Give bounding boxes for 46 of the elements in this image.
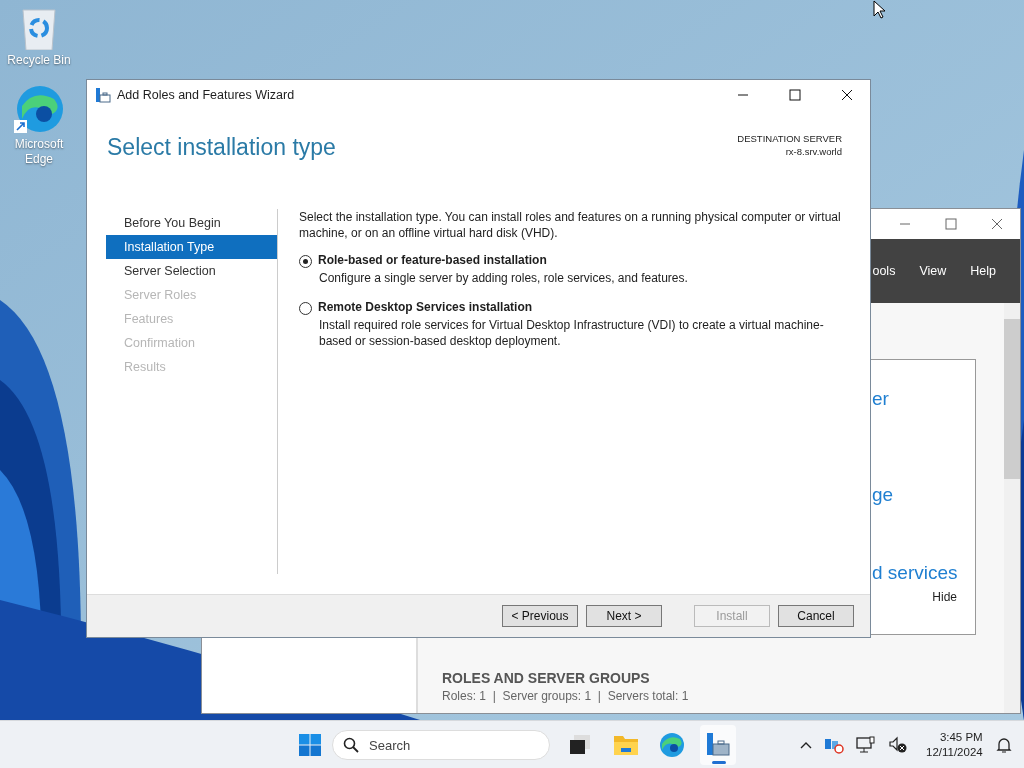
- server-toolbox-icon[interactable]: [705, 732, 731, 758]
- clock-time[interactable]: 3:45 PM: [939, 730, 983, 745]
- monitor-icon[interactable]: [856, 736, 876, 754]
- menu-item[interactable]: ools: [872, 264, 896, 278]
- window-title: Add Roles and Features Wizard: [117, 88, 295, 102]
- option-label[interactable]: Remote Desktop Services installation: [318, 300, 850, 314]
- option-description: Configure a single server by adding roles, role services, and features.: [319, 270, 688, 286]
- section-title: ROLES AND SERVER GROUPS: [442, 670, 651, 686]
- section-summary: Roles: 1 | Server groups: 1 | Servers total: 1: [442, 689, 690, 703]
- page-heading: Select installation type: [107, 134, 336, 162]
- panel-link[interactable]: er: [872, 388, 975, 410]
- search-icon: [343, 737, 359, 753]
- task-view-icon[interactable]: [568, 733, 592, 757]
- clock-date[interactable]: 12/11/2024: [926, 745, 983, 760]
- wizard-button[interactable]: < Previous: [502, 605, 578, 627]
- wizard-button[interactable]: Cancel: [778, 605, 854, 627]
- server-name: rx-8.srv.world: [785, 145, 842, 158]
- option-description: Install required role services for Virtual Desktop Infrastructure (VDI) to create a virtual machine-based or session-based desktop deployment.: [319, 317, 825, 349]
- active-indicator: [712, 761, 726, 764]
- panel-link[interactable]: d services: [872, 562, 975, 584]
- wizard-step[interactable]: Server Selection: [106, 259, 277, 283]
- network-error-icon[interactable]: [824, 736, 844, 754]
- browser-icon[interactable]: [659, 732, 685, 758]
- panel-link[interactable]: ge: [872, 484, 975, 506]
- radio-button[interactable]: [299, 255, 312, 268]
- destination-label: DESTINATION SERVER: [737, 132, 842, 145]
- scrollbar[interactable]: [1004, 303, 1020, 713]
- app-icon: [95, 87, 111, 103]
- menu-item[interactable]: Help: [970, 264, 996, 278]
- radio-button[interactable]: [299, 302, 312, 315]
- wizard-step[interactable]: Installation Type: [106, 235, 277, 259]
- browser-icon[interactable]: [14, 84, 64, 134]
- search-field[interactable]: Search: [332, 730, 550, 760]
- instruction-text: Select the installation type. You can install roles and features on a running physical computer or virtual machine, or on an offline virtual hard disk (VHD).: [299, 209, 842, 241]
- folder-icon[interactable]: [613, 733, 639, 757]
- recycle-bin-icon[interactable]: [20, 8, 58, 50]
- notification-bell-icon[interactable]: [994, 736, 1013, 754]
- option-label[interactable]: Role-based or feature-based installation: [318, 253, 688, 267]
- speaker-muted-icon[interactable]: [888, 736, 908, 754]
- hide-link[interactable]: Hide: [932, 590, 957, 604]
- cursor-icon: [873, 0, 886, 19]
- menu-item[interactable]: View: [919, 264, 947, 278]
- chevron-up-icon[interactable]: [800, 741, 812, 749]
- wizard-step[interactable]: Before You Begin: [106, 211, 277, 235]
- wizard-button[interactable]: Next >: [586, 605, 662, 627]
- start-icon[interactable]: [298, 733, 322, 757]
